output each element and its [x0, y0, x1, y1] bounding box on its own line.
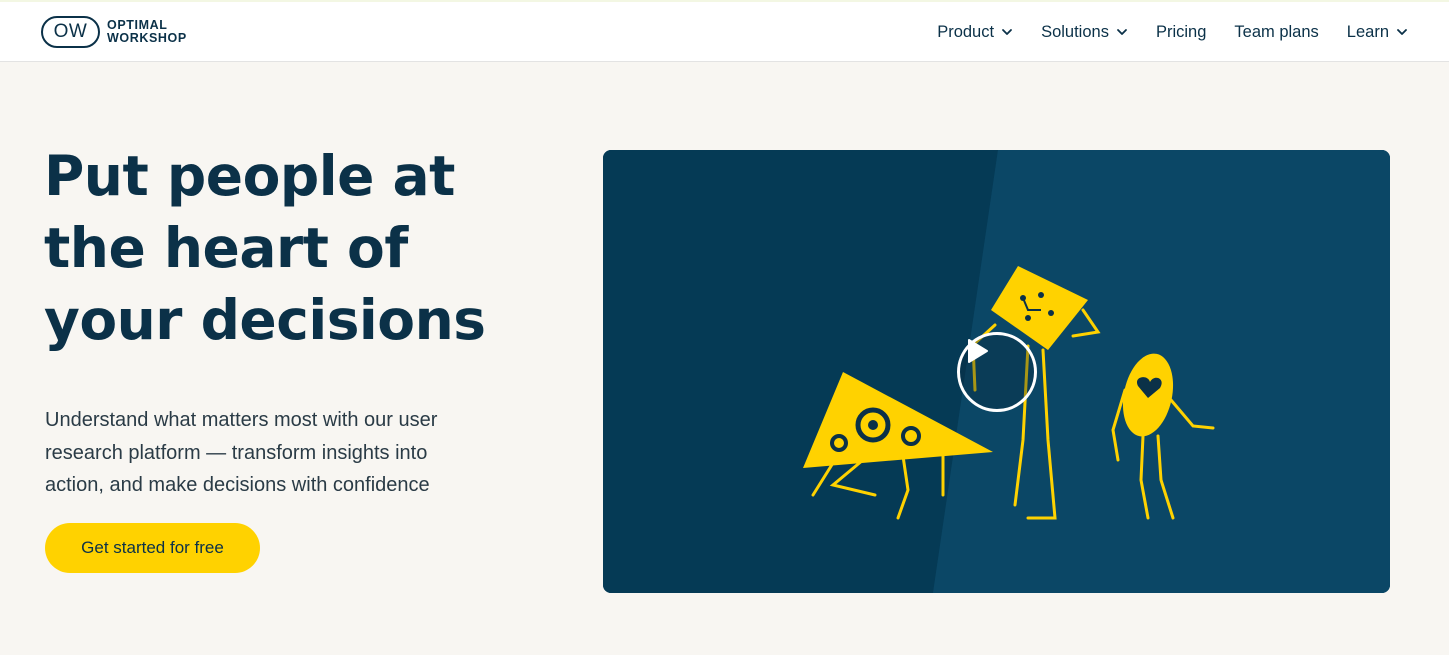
chevron-down-icon: [1396, 26, 1408, 38]
chevron-down-icon: [1001, 26, 1013, 38]
hero-title-line-1: Put people at: [44, 144, 455, 208]
play-button[interactable]: [957, 332, 1037, 412]
nav-team-plans[interactable]: Team plans: [1234, 23, 1318, 42]
hero-subtitle-line-1: Understand what matters most with our us…: [45, 409, 438, 431]
hero-title-line-2: the heart of: [44, 216, 408, 280]
main-nav: Product Solutions Pricing Team plans Lea…: [937, 2, 1408, 62]
nav-product-label: Product: [937, 22, 995, 41]
play-icon: [968, 339, 988, 363]
nav-product[interactable]: Product: [937, 23, 1013, 42]
optimal-workshop-logo[interactable]: OW OPTIMAL WORKSHOP: [41, 16, 187, 48]
nav-team-plans-label: Team plans: [1234, 22, 1319, 41]
nav-learn-label: Learn: [1346, 22, 1389, 41]
chevron-down-icon: [1116, 26, 1128, 38]
hero-video-player[interactable]: [603, 150, 1390, 593]
hero-subtitle-line-2: research platform — transform insights i…: [45, 441, 428, 464]
nav-learn[interactable]: Learn: [1347, 23, 1408, 42]
nav-pricing[interactable]: Pricing: [1156, 23, 1206, 42]
hero-title-line-3: your decisions: [44, 288, 486, 352]
hero-subtitle: Understand what matters most with our us…: [45, 404, 515, 502]
logo-wordmark: OPTIMAL WORKSHOP: [107, 19, 187, 45]
hero-subtitle-line-3: action, and make decisions with confiden…: [45, 474, 430, 496]
nav-pricing-label: Pricing: [1155, 22, 1207, 41]
nav-solutions[interactable]: Solutions: [1041, 23, 1128, 42]
get-started-button[interactable]: Get started for free: [45, 523, 260, 573]
logo-mark: OW: [41, 16, 100, 48]
site-header: OW OPTIMAL WORKSHOP Product Solutions Pr…: [0, 2, 1449, 62]
logo-line-2: WORKSHOP: [107, 31, 187, 45]
nav-solutions-label: Solutions: [1041, 22, 1109, 41]
hero-title: Put people at the heart of your decision…: [44, 140, 564, 356]
